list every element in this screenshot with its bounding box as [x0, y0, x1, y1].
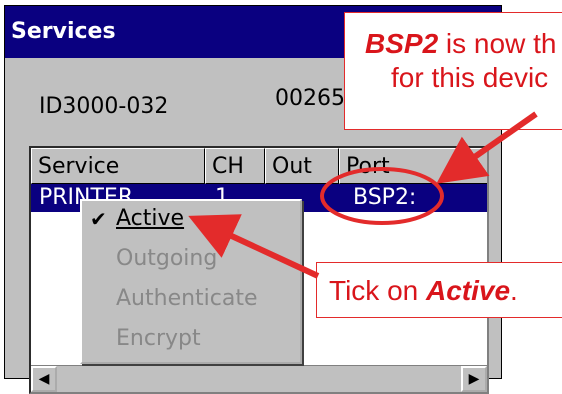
scroll-left-icon[interactable]: ◀	[31, 366, 57, 392]
device-code-label: 00265	[275, 86, 345, 111]
menu-item-label: Active	[116, 206, 185, 231]
callout-port-line2: for this devic	[391, 62, 549, 93]
menu-item-active[interactable]: Active	[116, 203, 184, 235]
callout-port-text: is now th	[438, 28, 557, 59]
menu-item-authenticate[interactable]: Authenticate	[116, 283, 258, 315]
callout-active-bold: Active	[426, 275, 511, 306]
callout-port-bold: BSP2	[365, 28, 439, 59]
col-header-port[interactable]: Port	[339, 148, 487, 184]
col-header-service[interactable]: Service	[31, 148, 205, 184]
column-headers: Service CH Out Port	[31, 148, 487, 186]
window-title: Services	[11, 19, 116, 44]
callout-active-note: Tick on Active.	[316, 262, 562, 318]
scroll-right-icon[interactable]: ▶	[461, 366, 487, 392]
menu-item-label: Authenticate	[116, 286, 258, 311]
callout-port-line1: BSP2 is now th	[365, 27, 562, 61]
col-header-out[interactable]: Out	[265, 148, 339, 184]
context-menu: ✔ Active Outgoing Authenticate Encrypt	[80, 199, 302, 364]
menu-item-encrypt[interactable]: Encrypt	[116, 323, 201, 355]
check-icon: ✔	[90, 207, 107, 231]
callout-active-prefix: Tick on	[329, 275, 426, 306]
callout-active-suffix: .	[510, 275, 518, 306]
col-header-ch[interactable]: CH	[205, 148, 265, 184]
horizontal-scrollbar[interactable]: ◀ ▶	[31, 365, 487, 392]
cell-port: BSP2:	[353, 185, 417, 210]
callout-port-note: BSP2 is now th for this devic	[344, 12, 562, 130]
device-id-label: ID3000-032	[39, 94, 169, 119]
menu-item-label: Outgoing	[116, 246, 218, 271]
menu-item-label: Encrypt	[116, 326, 201, 351]
menu-item-outgoing[interactable]: Outgoing	[116, 243, 217, 275]
